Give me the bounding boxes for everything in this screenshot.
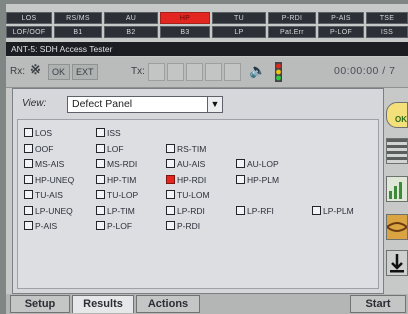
defect-led-icon — [236, 159, 245, 168]
tx-slot-2 — [167, 63, 184, 81]
defect-led-icon — [24, 143, 33, 153]
tab-results[interactable]: Results — [72, 295, 134, 313]
speaker-icon[interactable]: 🔈 — [249, 62, 266, 79]
traffic-light-icon — [274, 62, 283, 82]
chevron-down-icon[interactable]: ▼ — [207, 97, 222, 112]
tx-slot-5 — [224, 63, 241, 81]
defect-rs-tim[interactable]: RS-TIM — [166, 143, 206, 155]
row1-led-3: HP — [160, 12, 210, 24]
defect-led-icon — [166, 205, 175, 215]
start-button[interactable]: Start — [350, 295, 406, 313]
view-select[interactable]: Defect Panel ▼ — [67, 96, 223, 113]
defect-lp-tim[interactable]: LP-TIM — [96, 205, 135, 217]
defect-grid: LOS ISS OOF LOF RS-TIM MS-AIS MS-RDI AU-AIS AU-L… — [17, 119, 379, 289]
defect-led-icon — [24, 174, 33, 184]
row1-led-4: TU — [212, 12, 266, 24]
tx-label: Tx: — [131, 66, 145, 77]
tab-actions[interactable]: Actions — [136, 295, 200, 313]
status-ok-icon[interactable]: OK — [386, 102, 408, 128]
defect-hp-rdi[interactable]: HP-RDI — [166, 174, 206, 186]
defect-led-icon — [166, 174, 175, 184]
defect-led-icon — [312, 205, 321, 215]
bottom-tab-bar: Setup Results Actions Start — [6, 294, 408, 314]
defect-led-icon — [24, 221, 33, 230]
defect-tu-ais[interactable]: TU-AIS — [24, 190, 63, 201]
defect-led-icon — [166, 143, 175, 153]
row1-led-6: P-AIS — [318, 12, 364, 24]
defect-panel: View: Defect Panel ▼ LOS ISS OOF LOF RS-TIM M… — [12, 88, 384, 294]
stripes-icon[interactable] — [386, 138, 408, 164]
chart-icon[interactable] — [386, 176, 408, 202]
defect-led-icon — [96, 174, 105, 184]
elapsed-timer: 00:00:00 / 7 — [334, 65, 396, 77]
defect-led-icon — [236, 205, 245, 215]
view-label: View: — [22, 98, 47, 109]
defect-led-icon — [166, 190, 175, 199]
defect-ms-ais[interactable]: MS-AIS — [24, 159, 64, 170]
defect-led-icon — [96, 143, 105, 153]
window-title: ANT-5: SDH Access Tester — [6, 42, 408, 56]
defect-led-icon — [96, 205, 105, 215]
defect-ms-rdi[interactable]: MS-RDI — [96, 159, 137, 170]
row2-led-1: B1 — [54, 26, 102, 38]
rx-ext-indicator: EXT — [72, 64, 98, 80]
row1-led-1: RS/MS — [54, 12, 102, 24]
defect-hp-uneq[interactable]: HP-UNEQ — [24, 174, 74, 186]
status-toolbar: Rx: ※ OK EXT Tx: 🔈 00:00:00 / 7 — [6, 57, 408, 88]
row2-led-7: ISS — [366, 26, 408, 38]
defect-p-rdi[interactable]: P-RDI — [166, 221, 200, 232]
defect-led-icon — [96, 221, 105, 230]
defect-led-icon — [96, 159, 105, 168]
defect-hp-plm[interactable]: HP-PLM — [236, 174, 279, 186]
rx-clock-indicator: OK — [48, 64, 70, 80]
device-screen: LOS RS/MS AU HP TU P-RDI P-AIS TSE LOF/OOF B1 B2 B… — [6, 4, 408, 314]
defect-led-icon — [24, 159, 33, 168]
defect-led-icon — [96, 190, 105, 199]
defect-led-icon — [24, 190, 33, 199]
defect-p-lof[interactable]: P-LOF — [96, 221, 132, 232]
defect-hp-tim[interactable]: HP-TIM — [96, 174, 136, 186]
row2-led-3: B3 — [160, 26, 210, 38]
defect-led-icon — [236, 174, 245, 184]
tx-slot-3 — [186, 63, 203, 81]
rx-label: Rx: — [10, 66, 25, 77]
row2-led-5: Pat.Err — [268, 26, 316, 38]
defect-led-icon — [24, 205, 33, 215]
defect-lp-uneq[interactable]: LP-UNEQ — [24, 205, 73, 217]
row1-led-2: AU — [104, 12, 158, 24]
tab-setup[interactable]: Setup — [10, 295, 70, 313]
cable-icon[interactable] — [386, 214, 408, 240]
defect-led-icon — [96, 128, 105, 137]
row1-led-5: P-RDI — [268, 12, 316, 24]
row2-led-2: B2 — [104, 26, 158, 38]
row2-led-4: LP — [212, 26, 266, 38]
defect-au-lop[interactable]: AU-LOP — [236, 159, 279, 170]
defect-tu-lom[interactable]: TU-LOM — [166, 190, 210, 201]
defect-los[interactable]: LOS — [24, 128, 52, 139]
defect-led-icon — [166, 159, 175, 168]
row2-led-6: P-LOF — [318, 26, 364, 38]
defect-led-icon — [24, 128, 33, 137]
row2-led-0: LOF/OOF — [6, 26, 52, 38]
defect-tu-lop[interactable]: TU-LOP — [96, 190, 138, 201]
tx-slot-1 — [148, 63, 165, 81]
defect-lp-rfi[interactable]: LP-RFI — [236, 205, 274, 217]
tx-slot-4 — [205, 63, 222, 81]
row1-led-7: TSE — [366, 12, 408, 24]
defect-lp-rdi[interactable]: LP-RDI — [166, 205, 205, 217]
row1-led-0: LOS — [6, 12, 52, 24]
defect-p-ais[interactable]: P-AIS — [24, 221, 57, 232]
defect-led-icon — [166, 221, 175, 230]
rx-port-icon: ※ — [30, 62, 41, 77]
defect-lp-plm[interactable]: LP-PLM — [312, 205, 354, 217]
defect-au-ais[interactable]: AU-AIS — [166, 159, 205, 170]
defect-lof[interactable]: LOF — [96, 143, 124, 155]
defect-oof[interactable]: OOF — [24, 143, 53, 155]
download-icon[interactable] — [386, 250, 408, 276]
defect-iss[interactable]: ISS — [96, 128, 121, 139]
